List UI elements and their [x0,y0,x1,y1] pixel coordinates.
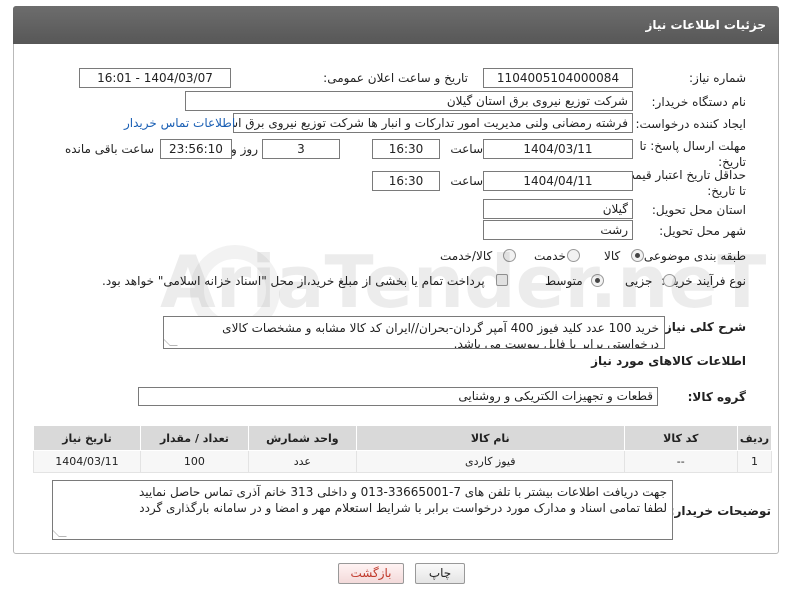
city-field: رشت [483,220,633,240]
cell-code: -- [623,450,738,473]
col-header-row: ردیف [736,425,773,451]
need-number-field: 1104005104000084 [483,68,633,88]
print-button[interactable]: چاپ [415,563,465,584]
process-option-minor: جزیی [625,274,653,288]
cell-row: 1 [736,450,773,473]
cell-unit: عدد [247,450,357,473]
goods-group-label: گروه کالا: [687,390,746,404]
cell-name: فیوز کاردی [355,450,625,473]
col-header-unit: واحد شمارش [247,425,357,451]
panel-header: جزئیات اطلاعات نیاز [13,6,779,44]
category-option-goods: کالا [604,249,621,263]
days-label: روز و [231,142,258,156]
creator-label: ایجاد کننده درخواست: [635,117,746,131]
buyer-org-field: شرکت توزیع نیروی برق استان گیلان [185,91,633,111]
col-header-date: تاریخ نیاز [33,425,141,451]
buyer-notes-line-2: لطفا تمامی اسناد و مدارک مورد درخواست بر… [139,501,667,515]
col-header-qty: تعداد / مقدار [139,425,249,451]
days-field: 3 [262,139,340,159]
cell-qty: 100 [139,450,249,473]
back-button[interactable]: بازگشت [338,563,404,584]
reply-date-field: 1404/03/11 [483,139,633,159]
process-option-medium: متوسط [545,274,583,288]
category-radio-goods[interactable] [631,249,644,262]
goods-group-field: قطعات و تجهیزات الکتریکی و روشنایی [138,387,658,406]
province-label: استان محل تحویل: [651,203,746,217]
description-textarea[interactable]: خرید 100 عدد کلید فیوز 400 آمپر گردان-بح… [163,316,665,349]
creator-field: فرشته رمضانی ولنی مدیریت امور تدارکات و … [233,113,633,133]
price-time-field: 16:30 [372,171,440,191]
reply-time-field: 16:30 [372,139,440,159]
cell-date: 1404/03/11 [33,450,141,473]
announce-field: 1404/03/07 - 16:01 [79,68,231,88]
remaining-time-field: 23:56:10 [160,139,232,159]
buyer-notes-line-1: جهت دریافت اطلاعات بیشتر با تلفن های 7-3… [138,485,667,499]
process-radio-minor[interactable] [663,274,676,287]
buyer-contact-link[interactable]: اطلاعات تماس خریدار [124,116,235,130]
reply-deadline-label: مهلت ارسال پاسخ: تا تاریخ: [639,139,746,169]
buyer-org-label: نام دستگاه خریدار: [651,95,747,109]
process-radio-medium[interactable] [591,274,604,287]
price-time-label: ساعت [450,174,483,188]
description-text: خرید 100 عدد کلید فیوز 400 آمپر گردان-بح… [222,321,659,349]
page-title: جزئیات اطلاعات نیاز [645,18,766,32]
price-deadline-label: حداقل تاریخ اعتبار قیمت: تا تاریخ: [619,168,746,198]
need-number-label: شماره نیاز: [689,71,746,85]
goods-section-title: اطلاعات کالاهای مورد نیاز [591,354,746,368]
reply-time-label: ساعت [450,142,483,156]
category-option-service: خدمت [534,249,566,263]
announce-label: تاریخ و ساعت اعلان عمومی: [323,71,468,85]
buyer-notes-textarea[interactable]: جهت دریافت اطلاعات بیشتر با تلفن های 7-3… [52,480,673,540]
category-radio-goods-service[interactable] [503,249,516,262]
category-option-goods-service: کالا/خدمت [440,249,493,263]
description-label: شرح کلی نیاز: [660,320,746,334]
remaining-label: ساعت باقی مانده [64,142,154,156]
buyer-notes-label: توضیحات خریدار: [669,504,771,518]
col-header-code: کد کالا [623,425,738,451]
table-row: 1 -- فیوز کاردی عدد 100 1404/03/11 [33,450,773,473]
resize-handle-icon[interactable] [53,529,67,537]
payment-note: پرداخت تمام یا بخشی از مبلغ خرید،از محل … [102,274,485,288]
resize-handle-icon[interactable] [164,338,178,346]
price-date-field: 1404/04/11 [483,171,633,191]
col-header-name: نام کالا [355,425,625,451]
city-label: شهر محل تحویل: [659,224,746,238]
province-field: گیلان [483,199,633,219]
table-header-row: ردیف کد کالا نام کالا واحد شمارش تعداد /… [33,425,773,451]
treasury-payment-checkbox[interactable] [496,274,508,286]
category-radio-service[interactable] [567,249,580,262]
goods-table: ردیف کد کالا نام کالا واحد شمارش تعداد /… [33,425,773,473]
category-label: طبقه بندی موضوعی: [639,249,746,263]
